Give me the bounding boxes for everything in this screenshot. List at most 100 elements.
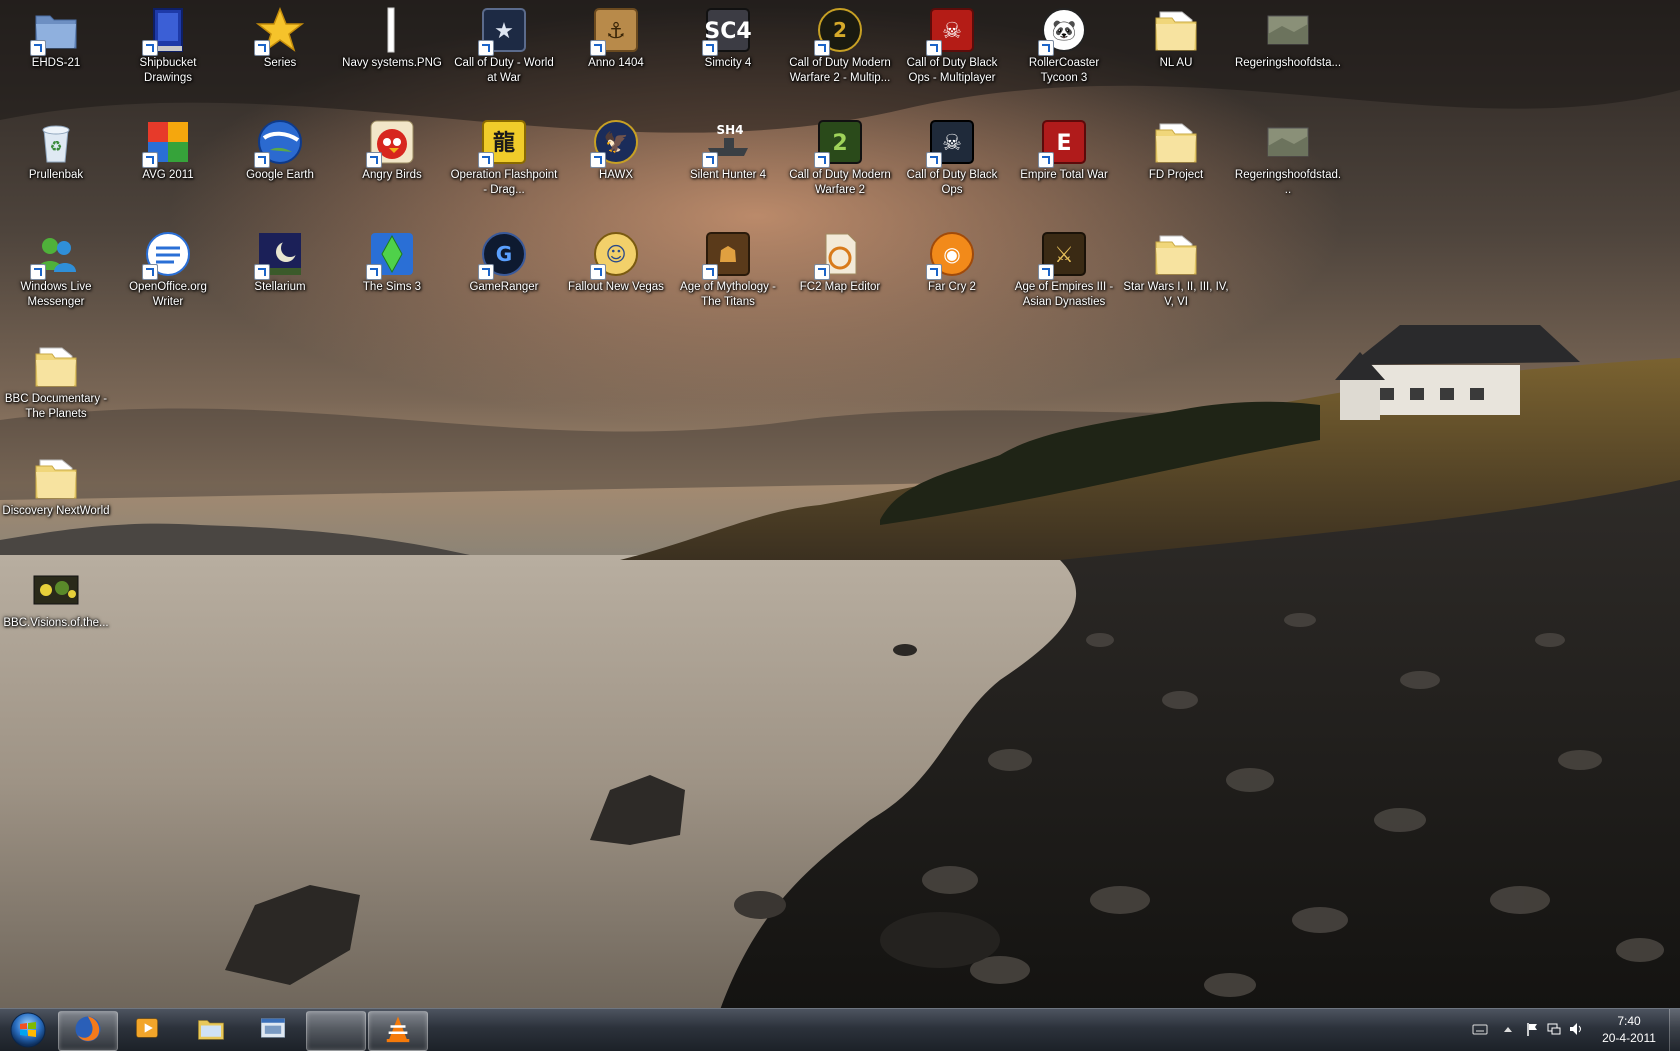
farcry-icon: ◉: [926, 230, 976, 280]
taskbar-button-explorer[interactable]: [182, 1011, 240, 1049]
desktop-icon[interactable]: BBC.Visions.of.the...: [0, 560, 112, 631]
taskbar-button-messenger[interactable]: [306, 1011, 375, 1051]
desktop-icon-label: Series: [263, 57, 297, 69]
desktop-icon-label: The Sims 3: [362, 281, 422, 293]
desktop-icon[interactable]: E Empire Total War: [1008, 112, 1120, 183]
desktop-icon[interactable]: ◉ Far Cry 2: [896, 224, 1008, 295]
taskbar-button-firefox[interactable]: [58, 1011, 118, 1051]
desktop-icon[interactable]: BBC Documentary - The Planets: [0, 336, 112, 422]
cod-mw2-mp-icon: 2: [814, 6, 864, 56]
shortcut-arrow-icon: [926, 40, 942, 56]
stellarium-icon: [254, 230, 304, 280]
desktop-icon-label: Regeringshoofdstad...: [1234, 169, 1342, 196]
svg-text:G: G: [496, 242, 512, 266]
desktop-icon[interactable]: ☗ Age of Mythology - The Titans: [672, 224, 784, 310]
desktop-icon-label: Fallout New Vegas: [568, 281, 664, 293]
clock-time: 7:40: [1617, 1014, 1641, 1028]
start-button[interactable]: [4, 1010, 52, 1050]
svg-text:⚓: ⚓: [606, 19, 626, 44]
desktop-icon[interactable]: ⚔ Age of Empires III - Asian Dynasties: [1008, 224, 1120, 310]
desktop-icon[interactable]: Regeringshoofdsta...: [1232, 0, 1344, 71]
desktop-icon-label: Call of Duty - World at War: [454, 57, 554, 84]
desktop-icon-label: Prullenbak: [28, 169, 84, 181]
desktop-icon[interactable]: Discovery NextWorld: [0, 448, 112, 519]
shortcut-arrow-icon: [478, 264, 494, 280]
desktop-icon[interactable]: 🦅 HAWX: [560, 112, 672, 183]
desktop-icon[interactable]: ⚓ Anno 1404: [560, 0, 672, 71]
shortcut-arrow-icon: [702, 264, 718, 280]
desktop-icon-label: BBC Documentary - The Planets: [4, 393, 108, 420]
desktop-icon[interactable]: Regeringshoofdstad...: [1232, 112, 1344, 198]
desktop-icon[interactable]: AVG 2011: [112, 112, 224, 183]
shortcut-arrow-icon: [142, 264, 158, 280]
show-desktop-button[interactable]: [1669, 1009, 1680, 1051]
show-hidden-icons-icon[interactable]: [1500, 1021, 1516, 1037]
image-file-icon: [368, 6, 416, 54]
shortcut-arrow-icon: [1038, 264, 1054, 280]
clock[interactable]: 7:40 20-4-2011: [1594, 1013, 1664, 1047]
shortcut-arrow-icon: [590, 152, 606, 168]
desktop-icon[interactable]: ☠ Call of Duty Black Ops - Multiplayer: [896, 0, 1008, 86]
shortcut-arrow-icon: [1038, 152, 1054, 168]
taskbar: 7:40 20-4-2011: [0, 1008, 1680, 1051]
desktop-icon[interactable]: SH4 Silent Hunter 4: [672, 112, 784, 183]
desktop-icon-label: Call of Duty Black Ops - Multiplayer: [906, 57, 998, 84]
video-thumb-icon: [32, 566, 80, 614]
shortcut-arrow-icon: [142, 152, 158, 168]
desktop-icon[interactable]: OpenOffice.org Writer: [112, 224, 224, 310]
shortcut-arrow-icon: [814, 264, 830, 280]
desktop-icon[interactable]: NL AU: [1120, 0, 1232, 71]
keyboard-icon[interactable]: [1472, 1021, 1488, 1037]
desktop-icon-label: Google Earth: [246, 169, 314, 181]
desktop-icon[interactable]: 龍 Operation Flashpoint - Drag...: [448, 112, 560, 198]
desktop-icon[interactable]: Star Wars I, II, III, IV, V, VI: [1120, 224, 1232, 310]
svg-text:2: 2: [833, 18, 847, 42]
desktop-icon-label: AVG 2011: [142, 169, 194, 181]
desktop-icon[interactable]: The Sims 3: [336, 224, 448, 295]
desktop-icon[interactable]: ☠ Call of Duty Black Ops: [896, 112, 1008, 198]
gameranger-icon: G: [478, 230, 528, 280]
clock-date: 20-4-2011: [1602, 1031, 1656, 1045]
desktop-icon[interactable]: Angry Birds: [336, 112, 448, 183]
desktop-icon-label: NL AU: [1159, 57, 1193, 69]
system-tray: 7:40 20-4-2011: [1430, 1009, 1680, 1051]
svg-text:🐼: 🐼: [1052, 18, 1077, 42]
panda-icon: 🐼: [1038, 6, 1088, 56]
desktop-icon[interactable]: FC2 Map Editor: [784, 224, 896, 295]
sims-icon: [366, 230, 416, 280]
desktop-icon[interactable]: FD Project: [1120, 112, 1232, 183]
volume-icon[interactable]: [1568, 1021, 1584, 1037]
desktop-icon-label: RollerCoaster Tycoon 3: [1028, 57, 1100, 84]
action-center-flag-icon[interactable]: [1524, 1021, 1540, 1037]
desktop-icon-label: FC2 Map Editor: [799, 281, 881, 293]
taskbar-button-media-player[interactable]: [118, 1011, 176, 1049]
desktop-icon[interactable]: 🐼 RollerCoaster Tycoon 3: [1008, 0, 1120, 86]
desktop-icon[interactable]: Stellarium: [224, 224, 336, 295]
desktop-icon[interactable]: 2 Call of Duty Modern Warfare 2 - Multip.…: [784, 0, 896, 86]
desktop-icon[interactable]: 2 Call of Duty Modern Warfare 2: [784, 112, 896, 198]
taskbar-button-window-switcher[interactable]: [244, 1011, 302, 1049]
desktop-icon-label: BBC.Visions.of.the...: [3, 617, 109, 629]
desktop-icon[interactable]: ☺ Fallout New Vegas: [560, 224, 672, 295]
desktop-icon-label: Windows Live Messenger: [20, 281, 92, 308]
desktop-icon[interactable]: SC4 Simcity 4: [672, 0, 784, 71]
desktop-icon[interactable]: Shipbucket Drawings: [112, 0, 224, 86]
desktop-icon[interactable]: Google Earth: [224, 112, 336, 183]
desktop-icon[interactable]: G GameRanger: [448, 224, 560, 295]
desktop-icon[interactable]: Navy systems.PNG: [336, 0, 448, 71]
book-icon: [142, 6, 192, 56]
desktop-icon[interactable]: Series: [224, 0, 336, 71]
shortcut-arrow-icon: [254, 152, 270, 168]
network-icon[interactable]: [1546, 1021, 1562, 1037]
desktop-icon[interactable]: ♻ Prullenbak: [0, 112, 112, 183]
writer-icon: [142, 230, 192, 280]
desktop-icon[interactable]: Windows Live Messenger: [0, 224, 112, 310]
shortcut-arrow-icon: [926, 264, 942, 280]
cod-bo-icon: ☠: [926, 118, 976, 168]
desktop-icon[interactable]: EHDS-21: [0, 0, 112, 71]
desktop-icon-label: GameRanger: [469, 281, 539, 293]
svg-text:☠: ☠: [942, 131, 962, 156]
taskbar-button-vlc[interactable]: [368, 1011, 428, 1051]
desktop-icon[interactable]: ★ Call of Duty - World at War: [448, 0, 560, 86]
titan-icon: ☗: [702, 230, 752, 280]
